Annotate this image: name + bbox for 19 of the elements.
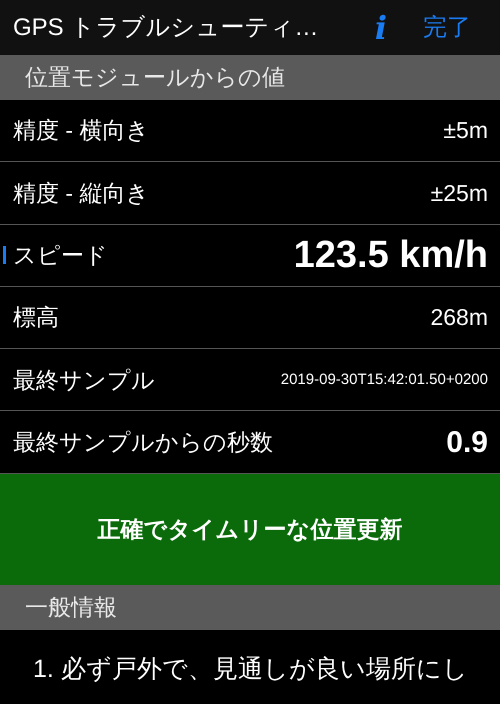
row-label: 最終サンプルからの秒数 [13,428,274,457]
row-value: ±25m [430,178,488,208]
row-value: 123.5 km/h [294,232,488,278]
row-value: 268m [430,303,488,332]
row-label: 最終サンプル [13,366,156,395]
info-paragraph: 1. 必ず戸外で、見通しが良い場所にし [32,654,469,684]
row-label: スピード [13,240,109,270]
row-value: 2019-09-30T15:42:01.50+0200 [280,370,488,390]
info-button[interactable]: i [374,12,387,44]
row-label: 精度 - 縦向き [13,178,150,208]
section-header: 一般情報 [0,584,500,630]
row-label: 精度 - 横向き [13,116,150,146]
section-header: 位置モジュールからの値 [0,55,500,100]
nav-title: GPS トラブルシューティ… [13,12,320,42]
status-banner: 正確でタイムリーな位置更新 [0,474,500,585]
done-button[interactable]: 完了 [423,10,471,46]
row-label: 標高 [13,303,60,332]
row-value: 0.9 [446,424,488,461]
row-value: ±5m [443,116,488,146]
